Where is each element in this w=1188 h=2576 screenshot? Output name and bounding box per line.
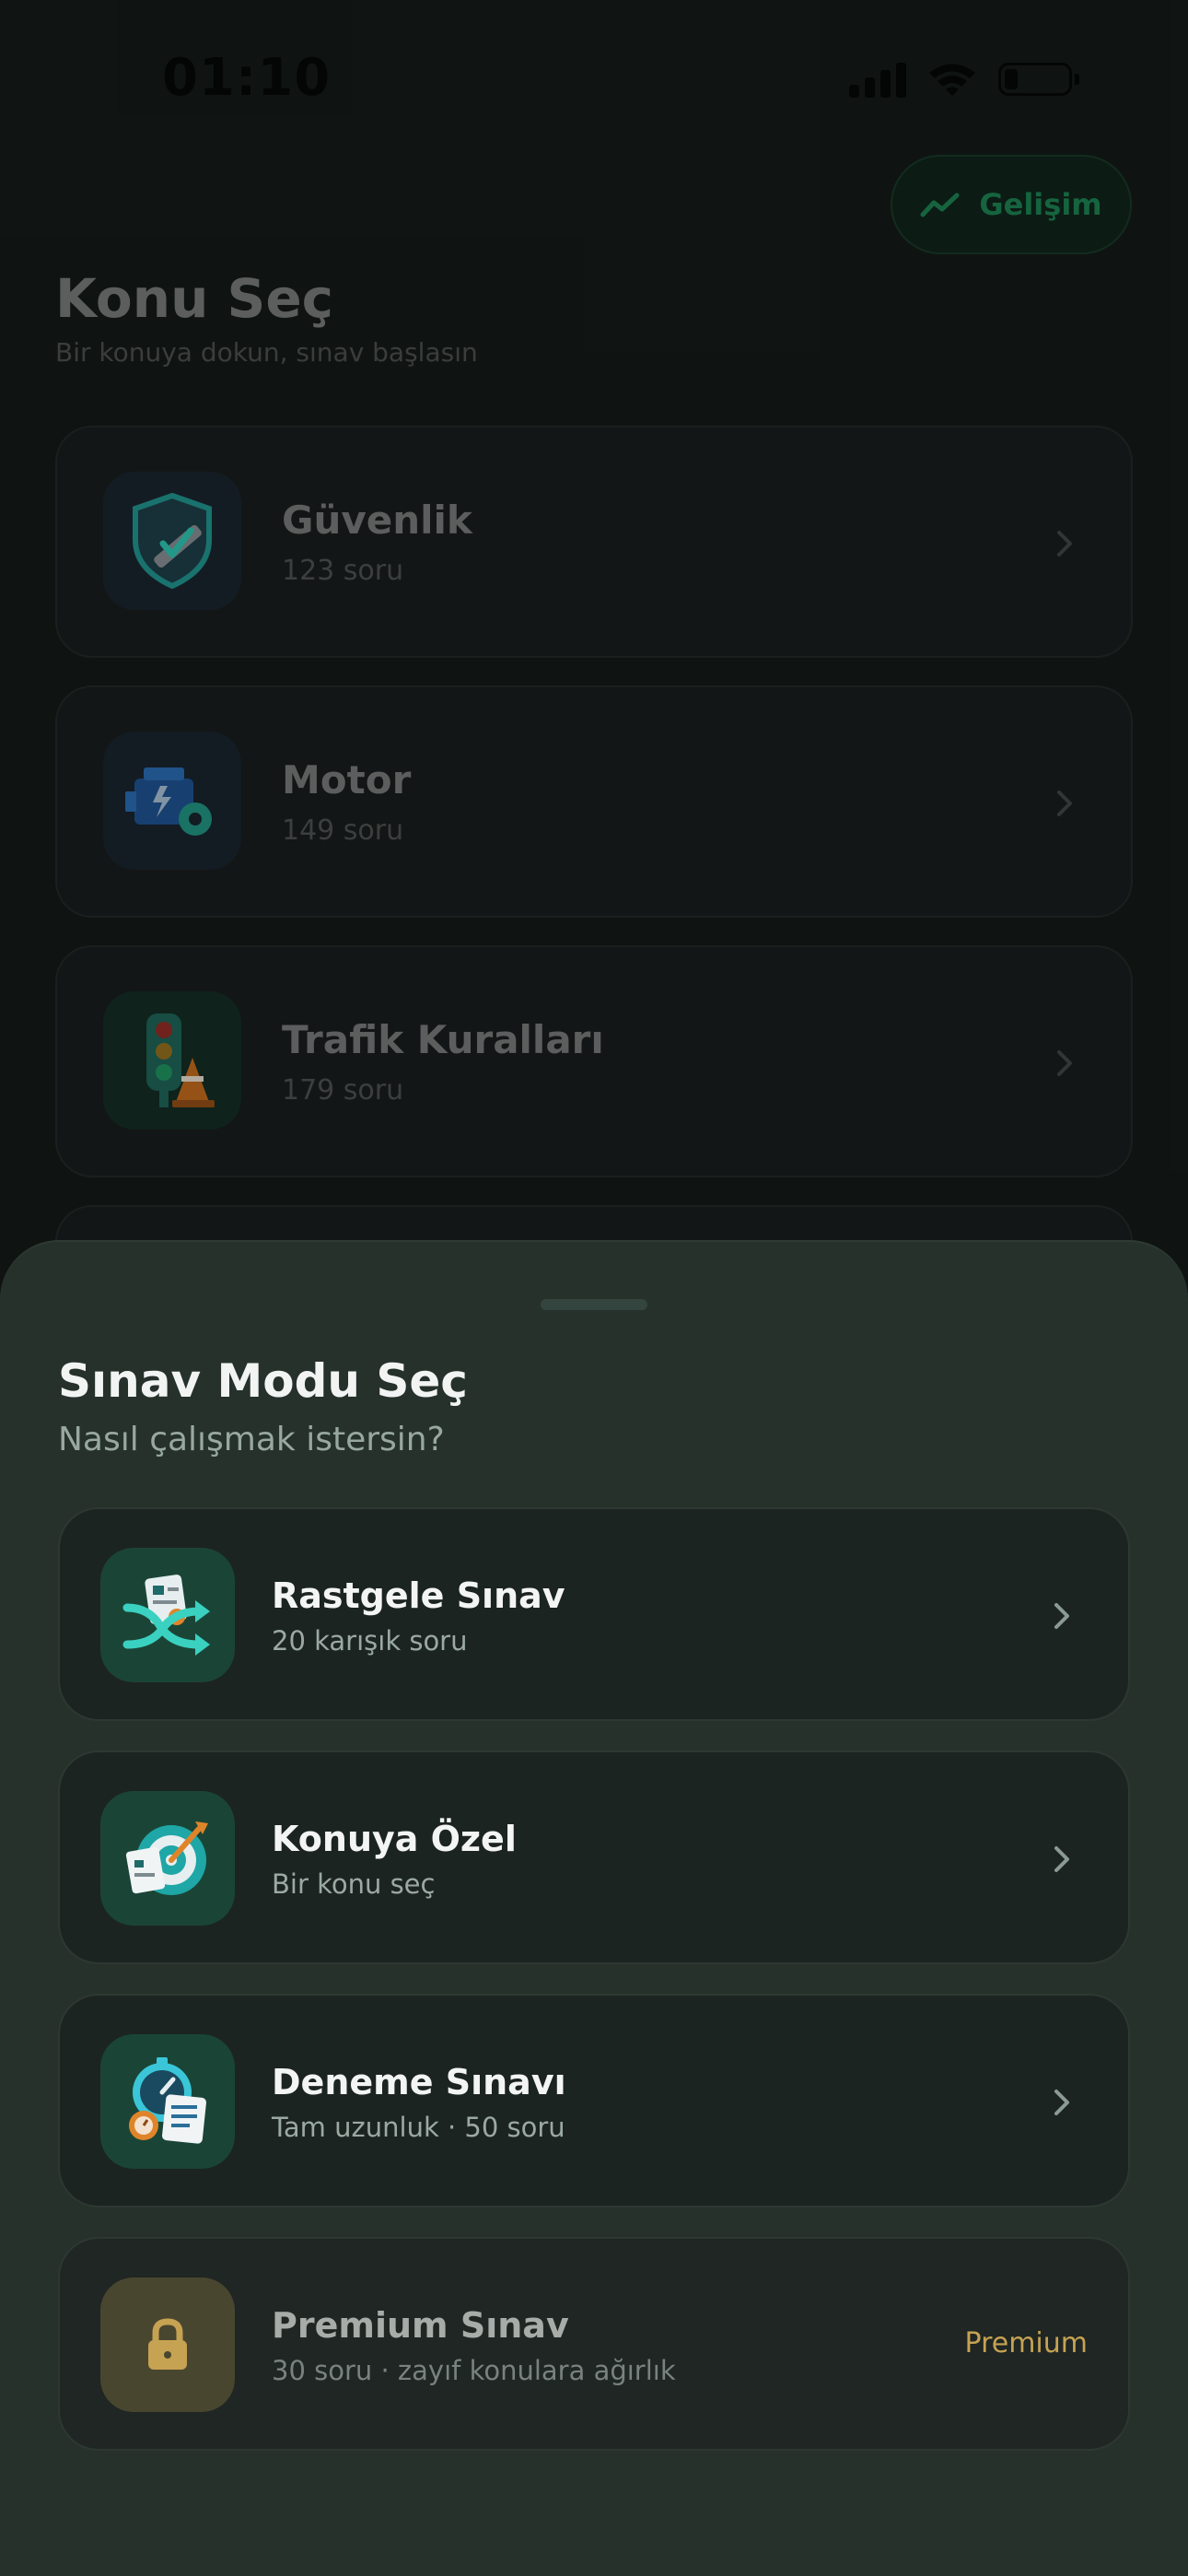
mode-name: Rastgele Sınav <box>272 1575 565 1616</box>
mode-desc: 30 soru · zayıf konulara ağırlık <box>272 2355 676 2386</box>
mode-card-premium-exam[interactable]: Premium Sınav 30 soru · zayıf konulara a… <box>58 2237 1130 2451</box>
mode-name: Premium Sınav <box>272 2305 569 2346</box>
sheet-subtitle: Nasıl çalışmak istersin? <box>58 1421 445 1458</box>
chevron-right-icon <box>1054 2090 1069 2115</box>
exam-mode-sheet: Sınav Modu Seç Nasıl çalışmak istersin? … <box>0 1240 1188 2576</box>
mode-card-random-exam[interactable]: Rastgele Sınav 20 karışık soru <box>58 1507 1130 1721</box>
screen: 01:10 Gelişim Konu Seç Bir konuya dokun,… <box>0 0 1188 2576</box>
sheet-grabber[interactable] <box>541 1299 647 1310</box>
mode-desc: Tam uzunluk · 50 soru <box>272 2112 565 2143</box>
lock-icon <box>100 2277 235 2412</box>
mode-name: Konuya Özel <box>272 1819 517 1859</box>
stopwatch-document-icon <box>100 2034 235 2169</box>
mode-card-practice-exam[interactable]: Deneme Sınavı Tam uzunluk · 50 soru <box>58 1994 1130 2207</box>
premium-badge: Premium <box>964 2327 1089 2359</box>
mode-card-topic-exam[interactable]: Konuya Özel Bir konu seç <box>58 1751 1130 1964</box>
shuffle-document-icon <box>100 1548 235 1682</box>
target-document-icon <box>100 1791 235 1926</box>
chevron-right-icon <box>1054 1846 1069 1872</box>
sheet-title: Sınav Modu Seç <box>58 1354 468 1408</box>
mode-desc: 20 karışık soru <box>272 1625 468 1657</box>
chevron-right-icon <box>1054 1603 1069 1629</box>
mode-desc: Bir konu seç <box>272 1868 436 1900</box>
mode-name: Deneme Sınavı <box>272 2062 566 2102</box>
